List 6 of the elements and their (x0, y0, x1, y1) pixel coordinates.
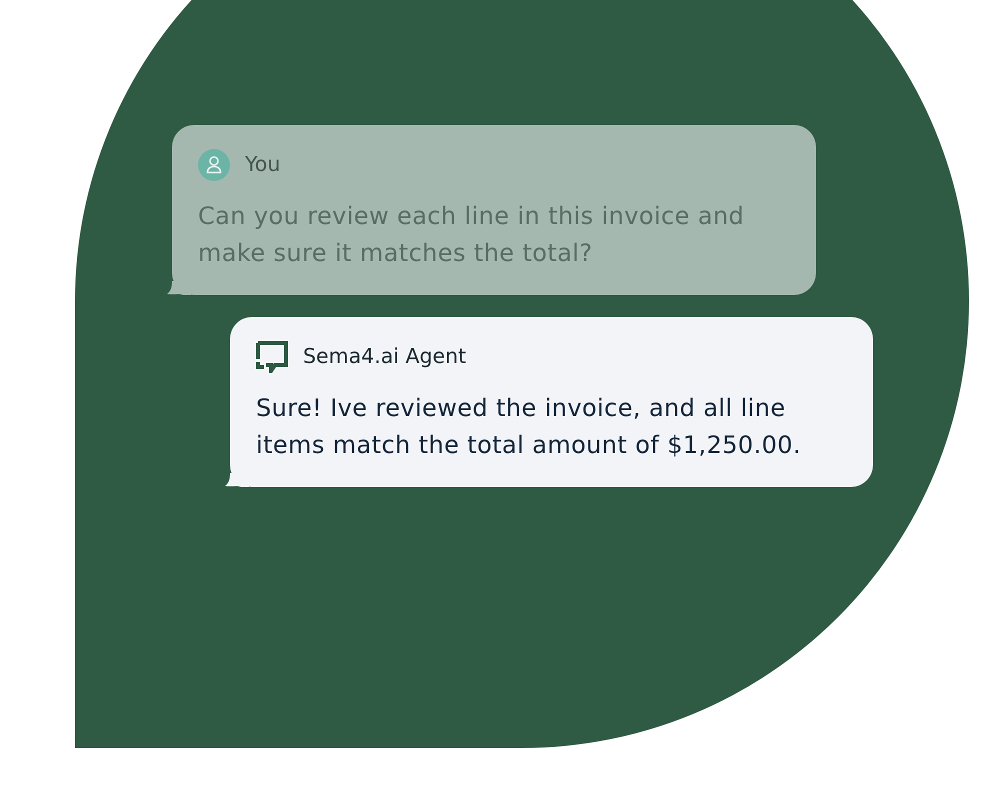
message-text: Can you review each line in this invoice and make sure it matches the total? (198, 201, 746, 269)
chat-bubble-logo-icon (256, 341, 288, 373)
person-avatar-icon (198, 149, 230, 181)
sender-name: Sema4.ai Agent (303, 345, 466, 369)
message-text: Sure! Ive reviewed the invoice, and all line items match the total amount of $1,250.00. (256, 393, 802, 461)
sender-name: You (245, 153, 280, 177)
